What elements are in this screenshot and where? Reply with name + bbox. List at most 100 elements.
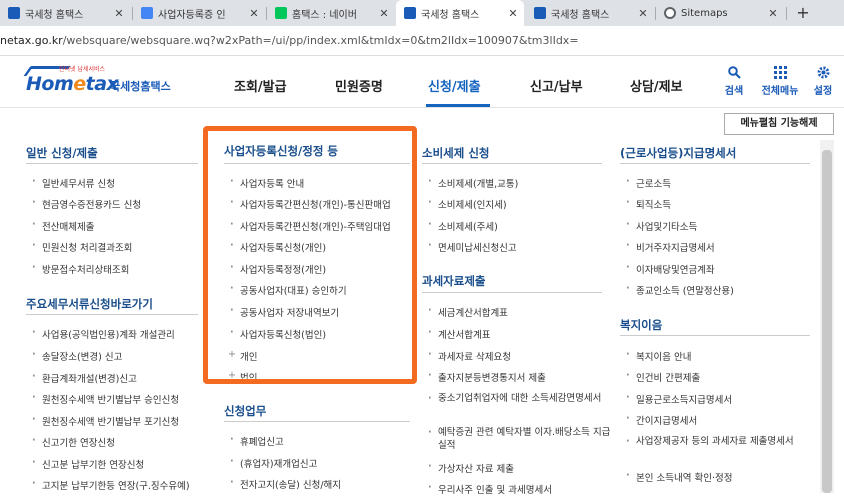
search-button[interactable]: 검색 xyxy=(714,66,754,97)
settings-label: 설정 xyxy=(813,86,833,97)
globe-favicon-icon xyxy=(664,7,676,19)
list-item[interactable]: 비거주자지급명세서 xyxy=(626,240,715,254)
logo-wordmark: Hometax xyxy=(26,73,119,95)
section-divider xyxy=(620,335,810,336)
close-icon[interactable]: ✕ xyxy=(377,7,391,20)
hometax-favicon-icon xyxy=(404,7,416,19)
section-divider xyxy=(422,292,602,293)
naver-favicon-icon xyxy=(275,7,287,19)
section-divider xyxy=(26,314,198,315)
section-divider xyxy=(422,163,602,164)
section-title-welfare[interactable]: 복지이음 xyxy=(620,317,662,333)
list-item[interactable]: 세금계산서합계표 xyxy=(428,305,508,319)
browser-tab[interactable]: 국세청 홈택스 ✕ xyxy=(526,0,654,26)
browser-tab-active[interactable]: 국세청 홈택스 ✕ xyxy=(396,0,524,26)
section-title-consumption-tax[interactable]: 소비세제 신청 xyxy=(422,145,489,161)
browser-tab[interactable]: 사업자등록증 인 ✕ xyxy=(133,0,265,26)
highlight-box xyxy=(203,126,417,384)
logo-tagline: 인터넷 납세서비스 xyxy=(59,66,106,73)
close-icon[interactable]: ✕ xyxy=(636,7,650,20)
list-item[interactable]: 고지분 납부기한등 연장(구.징수유예) xyxy=(32,478,190,492)
list-item[interactable]: 간이지급명세서 xyxy=(626,413,697,427)
tab-title: 홈택스 : 네이버 xyxy=(292,9,357,21)
all-menu-label: 전체메뉴 xyxy=(761,86,799,97)
hometax-logo[interactable]: 인터넷 납세서비스 Hometax 국세청홈택스 xyxy=(23,64,184,100)
close-icon[interactable]: ✕ xyxy=(112,7,126,20)
list-item[interactable]: 민원신청 처리결과조회 xyxy=(32,240,132,254)
active-menu-indicator xyxy=(426,104,490,107)
list-item[interactable]: 송달장소(변경) 신고 xyxy=(32,349,122,363)
browser-tab[interactable]: 국세청 홈택스 ✕ xyxy=(0,0,130,26)
list-item[interactable]: 사업용(공익법인용)계좌 개설관리 xyxy=(32,327,175,341)
list-item[interactable]: 전자고지(송달) 신청/해지 xyxy=(230,477,341,491)
list-item[interactable]: (휴업자)재개업신고 xyxy=(230,456,317,470)
tab-title: Sitemaps xyxy=(681,7,728,19)
list-item[interactable]: 휴폐업신고 xyxy=(230,434,284,448)
list-item[interactable]: 소비제세(개별,교통) xyxy=(428,176,518,190)
list-item[interactable]: 신고분 납부기한 연장신청 xyxy=(32,457,144,471)
menu-expand-disable-button[interactable]: 메뉴펼침 기능해제 xyxy=(724,113,834,135)
tab-title: 사업자등록증 인 xyxy=(158,9,226,21)
list-item[interactable]: 종교인소득 (연말정산용) xyxy=(626,283,734,297)
list-item[interactable]: 환급계좌개설(변경)신고 xyxy=(32,371,137,385)
section-divider xyxy=(224,421,410,422)
browser-tab[interactable]: Sitemaps ✕ xyxy=(656,0,784,26)
list-item[interactable]: 신고기한 연장신청 xyxy=(32,435,115,449)
list-item[interactable]: 사업장제공자 등의 과세자료 제출명세서 xyxy=(626,435,812,448)
close-icon[interactable]: ✕ xyxy=(766,7,780,20)
site-header: 인터넷 납세서비스 Hometax 국세청홈택스 조회/발급 민원증명 신청/제… xyxy=(0,56,844,108)
menu-consult[interactable]: 상담/제보 xyxy=(630,76,683,95)
list-item[interactable]: 가상자산 자료 제출 xyxy=(428,461,514,475)
list-item[interactable]: 전산매체제출 xyxy=(32,219,95,233)
list-item[interactable]: 중소기업취업자에 대한 소득세감면명세서 xyxy=(428,392,614,405)
scrollbar-thumb[interactable] xyxy=(822,150,832,493)
section-title-general-apply[interactable]: 일반 신청/제출 xyxy=(26,145,98,161)
menu-inquiry[interactable]: 조회/발급 xyxy=(234,76,287,95)
menu-report-pay[interactable]: 신고/납부 xyxy=(530,76,583,95)
section-divider xyxy=(620,163,810,164)
new-tab-button[interactable]: + xyxy=(792,2,814,24)
list-item[interactable]: 이자배당및연금계좌 xyxy=(626,262,715,276)
list-item[interactable]: 일반세무서류 신청 xyxy=(32,176,115,190)
close-icon[interactable]: ✕ xyxy=(506,7,520,20)
list-item[interactable]: 면세미납세신청신고 xyxy=(428,240,517,254)
list-item[interactable]: 소비제세(주세) xyxy=(428,219,498,233)
list-item[interactable]: 과세자료 삭제요청 xyxy=(428,349,511,363)
section-divider xyxy=(26,163,198,164)
browser-tab[interactable]: 홈택스 : 네이버 ✕ xyxy=(267,0,395,26)
hometax-favicon-icon xyxy=(534,7,546,19)
list-item[interactable]: 계산서합계표 xyxy=(428,327,491,341)
section-title-tax-data-submit[interactable]: 과세자료제출 xyxy=(422,273,485,289)
list-item[interactable]: 복지이음 안내 xyxy=(626,349,692,363)
list-item[interactable]: 퇴직소득 xyxy=(626,197,671,211)
list-item[interactable]: 본인 소득내역 확인·정정 xyxy=(626,470,733,484)
section-title-application-work[interactable]: 신청업무 xyxy=(224,403,266,419)
all-menu-button[interactable]: 전체메뉴 xyxy=(760,66,800,97)
tab-title: 국세청 홈택스 xyxy=(421,9,480,21)
list-item[interactable]: 현금영수증전용카드 신청 xyxy=(32,197,141,211)
section-title-payment-statement[interactable]: (근로사업등)지급명세서 xyxy=(620,145,736,161)
close-icon[interactable]: ✕ xyxy=(247,7,261,20)
list-item[interactable]: 예탁증권 관련 예탁자별 이자.배당소득 지급 실적 xyxy=(428,426,614,452)
list-item[interactable]: 인건비 간편제출 xyxy=(626,370,700,384)
logo-name: 국세청홈택스 xyxy=(110,80,171,93)
list-item[interactable]: 사업및기타소득 xyxy=(626,219,697,233)
list-item[interactable]: 근로소득 xyxy=(626,176,671,190)
list-item[interactable]: 방문접수처리상태조회 xyxy=(32,262,129,276)
browser-tab-bar: 국세청 홈택스 ✕ 사업자등록증 인 ✕ 홈택스 : 네이버 ✕ 국세청 홈택스… xyxy=(0,0,844,26)
list-item[interactable]: 원천징수세액 반기별납부 승인신청 xyxy=(32,392,179,406)
list-item[interactable]: 소비제세(인지세) xyxy=(428,197,507,211)
list-item[interactable]: 우리사주 인출 및 과세명세서 xyxy=(428,482,552,496)
address-bar[interactable]: netax.go.kr/websquare/websquare.wq?w2xPa… xyxy=(0,26,844,56)
list-item[interactable]: 일용근로소득지급명세서 xyxy=(626,392,732,406)
list-item[interactable]: 원천징수세액 반기별납부 포기신청 xyxy=(32,414,179,428)
list-item[interactable]: 출자지분등변경통지서 제출 xyxy=(428,370,546,384)
menu-apply-submit[interactable]: 신청/제출 xyxy=(428,76,481,95)
settings-button[interactable]: 설정 xyxy=(803,66,843,97)
menu-certificate[interactable]: 민원증명 xyxy=(335,76,383,95)
search-label: 검색 xyxy=(724,86,744,97)
hometax-favicon-icon xyxy=(8,7,20,19)
section-title-main-docs[interactable]: 주요세무서류신청바로가기 xyxy=(26,296,153,312)
grid-icon xyxy=(760,66,800,82)
url-text[interactable]: netax.go.kr/websquare/websquare.wq?w2xPa… xyxy=(0,34,579,47)
